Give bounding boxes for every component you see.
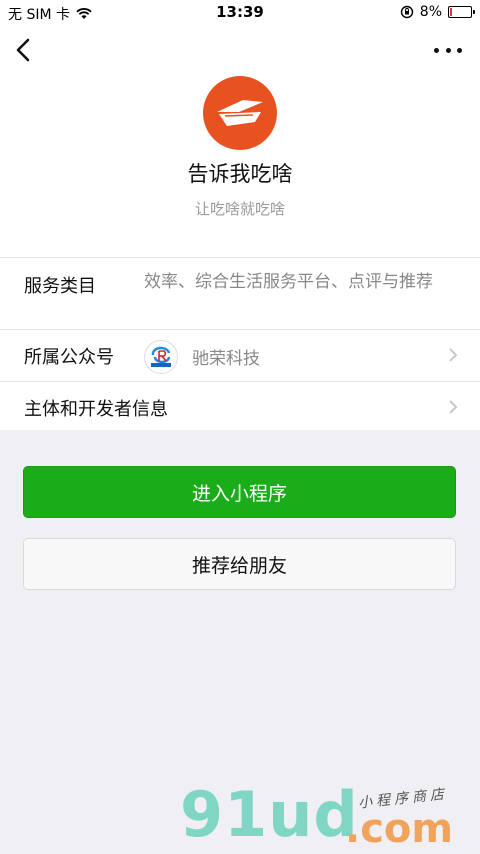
info-list: 服务类目 效率、综合生活服务平台、点评与推荐 所属公众号 驰荣科技 主体和开发者… <box>0 257 480 432</box>
profile-panel: 告诉我吃啥 让吃啥就吃啥 服务类目 效率、综合生活服务平台、点评与推荐 所属公众… <box>0 24 480 430</box>
battery-icon <box>448 6 475 18</box>
app-slogan: 让吃啥就吃啥 <box>194 200 285 218</box>
watermark-main: 91ud <box>180 778 359 851</box>
official-account-row[interactable]: 所属公众号 驰荣科技 <box>0 330 480 382</box>
app-logo-graphic <box>217 100 263 126</box>
more-dot <box>434 47 439 53</box>
enter-mini-program-button[interactable]: 进入小程序 <box>23 466 456 518</box>
battery-percent: 8% <box>419 4 442 20</box>
more-button[interactable] <box>434 42 462 58</box>
service-category-label: 服务类目 <box>24 276 96 297</box>
service-category-value: 效率、综合生活服务平台、点评与推荐 <box>144 272 433 292</box>
service-category-row: 服务类目 效率、综合生活服务平台、点评与推荐 <box>0 258 480 330</box>
recommend-to-friend-button[interactable]: 推荐给朋友 <box>23 538 456 590</box>
chevron-right-icon <box>449 348 458 362</box>
status-right: 8% <box>400 4 475 20</box>
official-account-label: 所属公众号 <box>24 347 114 368</box>
chevron-right-icon <box>449 400 458 414</box>
more-dot <box>445 47 451 53</box>
battery-fill <box>450 8 452 16</box>
account-logo-icon <box>151 346 171 367</box>
chevron-left-icon <box>16 38 30 62</box>
account-avatar <box>144 340 178 374</box>
rotation-lock-icon <box>400 5 413 19</box>
back-button[interactable] <box>12 36 36 64</box>
app-logo <box>203 76 277 150</box>
status-bar: 无 SIM 卡 13:39 8% <box>0 0 480 24</box>
app-name: 告诉我吃啥 <box>187 162 293 186</box>
site-watermark: 91ud .com 小程序商店 <box>180 780 480 853</box>
developer-info-label: 主体和开发者信息 <box>24 399 168 420</box>
more-dot <box>457 47 462 53</box>
official-account-name: 驰荣科技 <box>192 349 260 369</box>
developer-info-row[interactable]: 主体和开发者信息 <box>0 382 480 432</box>
